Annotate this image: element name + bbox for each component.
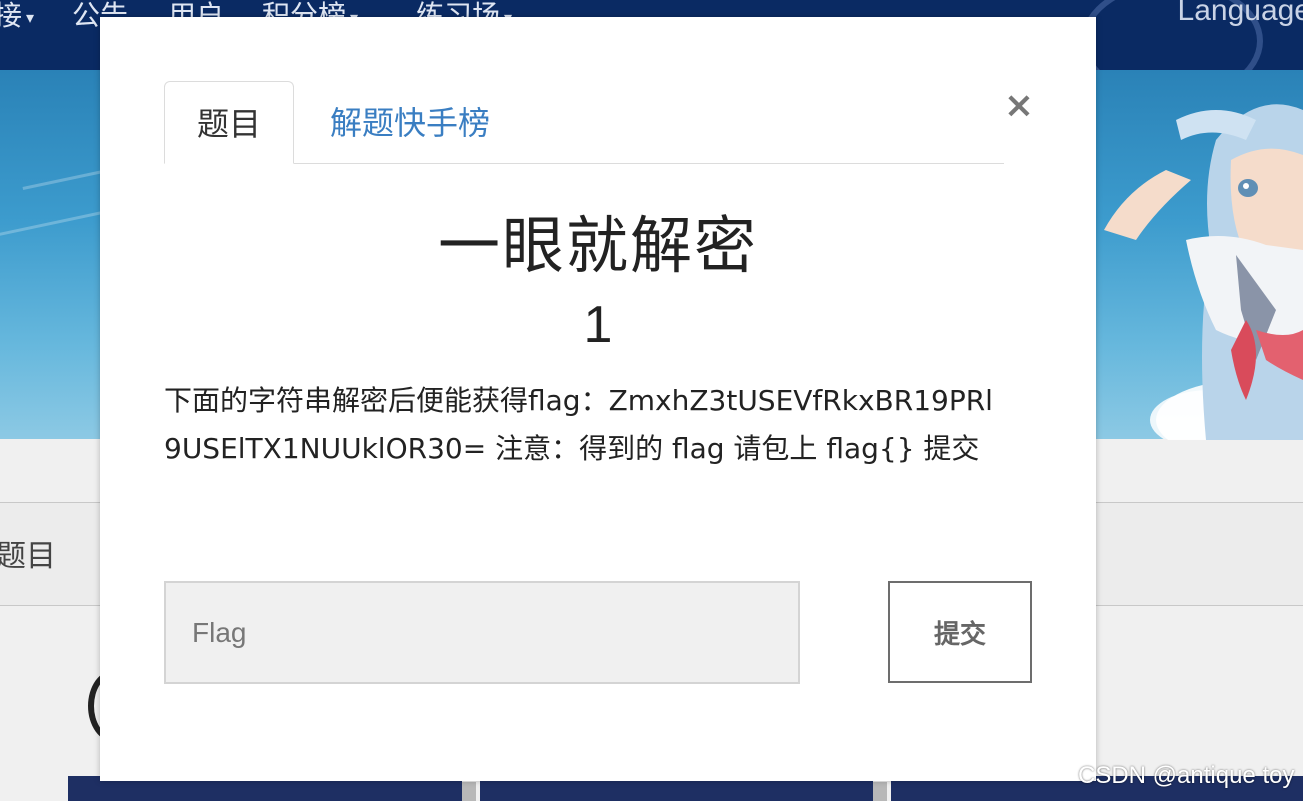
challenge-description: 下面的字符串解密后便能获得flag：ZmxhZ3tUSEVfRkxBR19PRl… [164, 384, 993, 465]
watermark: CSDN @antique toy [1078, 762, 1295, 789]
challenge-modal: × 题目 解题快手榜 一眼就解密 1 下面的字符串解密后便能获得flag：Zmx… [100, 17, 1096, 781]
tab-challenge[interactable]: 题目 [164, 81, 294, 164]
flag-input[interactable] [164, 581, 800, 684]
page: 接▾ 公告 用户 积分榜▾ 练习场▾ Language [0, 0, 1303, 801]
close-icon[interactable]: × [1002, 87, 1036, 125]
challenge-title: 一眼就解密 [437, 209, 758, 282]
tab-solves[interactable]: 解题快手榜 [330, 81, 490, 163]
modal-tabs: 题目 解题快手榜 [164, 81, 1004, 164]
submit-button[interactable]: 提交 [888, 581, 1032, 683]
challenge-points: 1 [583, 296, 613, 354]
